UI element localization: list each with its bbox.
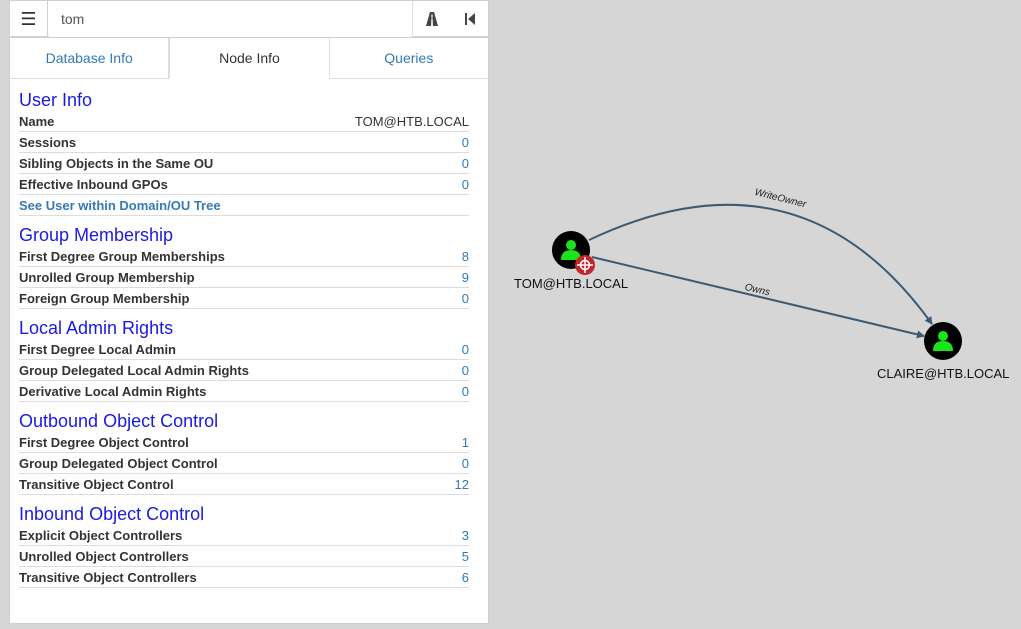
- info-row: Foreign Group Membership 0: [19, 289, 469, 309]
- row-value[interactable]: 6: [462, 570, 469, 585]
- row-value[interactable]: 0: [462, 363, 469, 378]
- section-title: User Info: [19, 90, 93, 110]
- row-label: Transitive Object Controllers: [19, 570, 197, 585]
- row-label: Effective Inbound GPOs: [19, 177, 168, 192]
- section-outbound-control: Outbound Object Control First Degree Obj…: [19, 410, 469, 495]
- row-label: Derivative Local Admin Rights: [19, 384, 207, 399]
- search-bar: ☰: [9, 0, 489, 37]
- row-label: First Degree Object Control: [19, 435, 189, 450]
- row-label: Sibling Objects in the Same OU: [19, 156, 214, 171]
- section-title: Group Membership: [19, 225, 174, 245]
- row-value[interactable]: 9: [462, 270, 469, 285]
- row-label: First Degree Group Memberships: [19, 249, 225, 264]
- menu-icon[interactable]: ☰: [10, 1, 48, 37]
- info-row: Derivative Local Admin Rights 0: [19, 382, 469, 402]
- info-row: Unrolled Group Membership 9: [19, 268, 469, 288]
- row-value[interactable]: 0: [462, 342, 469, 357]
- target-icon: [575, 255, 595, 275]
- info-row: Effective Inbound GPOs 0: [19, 175, 469, 195]
- section-title: Inbound Object Control: [19, 504, 205, 524]
- row-value: TOM@HTB.LOCAL: [354, 114, 469, 129]
- tab-bar: Database Info Node Info Queries: [10, 38, 488, 79]
- node-claire[interactable]: [924, 322, 962, 360]
- row-value[interactable]: 0: [462, 456, 469, 471]
- info-row: Sessions 0: [19, 133, 469, 153]
- info-row: First Degree Local Admin 0: [19, 340, 469, 360]
- info-row: Explicit Object Controllers 3: [19, 526, 469, 546]
- edge-owns[interactable]: [591, 256, 925, 339]
- info-row: Name TOM@HTB.LOCAL: [19, 112, 469, 132]
- info-row: Unrolled Object Controllers 5: [19, 547, 469, 567]
- row-value[interactable]: 0: [462, 291, 469, 306]
- domain-tree-link[interactable]: See User within Domain/OU Tree: [19, 198, 221, 213]
- tab-node-info[interactable]: Node Info: [169, 38, 330, 79]
- pathfinding-icon[interactable]: [413, 1, 451, 37]
- section-group-membership: Group Membership First Degree Group Memb…: [19, 224, 469, 309]
- node-label-claire: CLAIRE@HTB.LOCAL: [877, 366, 1010, 381]
- row-label: First Degree Local Admin: [19, 342, 176, 357]
- info-row: See User within Domain/OU Tree: [19, 196, 469, 216]
- section-title: Outbound Object Control: [19, 411, 219, 431]
- row-value[interactable]: 1: [462, 435, 469, 450]
- section-local-admin: Local Admin Rights First Degree Local Ad…: [19, 317, 469, 402]
- section-user-info: User Info Name TOM@HTB.LOCAL Sessions 0 …: [19, 89, 469, 216]
- row-value[interactable]: 12: [455, 477, 469, 492]
- row-label: Group Delegated Object Control: [19, 456, 218, 471]
- row-value[interactable]: 0: [462, 177, 469, 192]
- row-value[interactable]: 8: [462, 249, 469, 264]
- row-label: Transitive Object Control: [19, 477, 174, 492]
- node-tom[interactable]: [552, 231, 595, 275]
- row-value[interactable]: 0: [462, 135, 469, 150]
- info-row: First Degree Object Control 1: [19, 433, 469, 453]
- row-label: Foreign Group Membership: [19, 291, 190, 306]
- section-inbound-control: Inbound Object Control Explicit Object C…: [19, 503, 469, 588]
- tab-queries[interactable]: Queries: [330, 38, 488, 78]
- row-label: Name: [19, 114, 55, 129]
- row-value[interactable]: 0: [462, 384, 469, 399]
- info-row: Transitive Object Controllers 6: [19, 568, 469, 588]
- row-value[interactable]: 0: [462, 156, 469, 171]
- row-label: Unrolled Object Controllers: [19, 549, 189, 564]
- row-value[interactable]: 3: [462, 528, 469, 543]
- tab-database-info[interactable]: Database Info: [10, 38, 170, 78]
- info-panel: Database Info Node Info Queries User Inf…: [9, 37, 489, 624]
- node-info-content: User Info Name TOM@HTB.LOCAL Sessions 0 …: [10, 79, 488, 588]
- info-row: Group Delegated Object Control 0: [19, 454, 469, 474]
- edge-writeowner[interactable]: [588, 203, 933, 325]
- row-label: Explicit Object Controllers: [19, 528, 183, 543]
- info-row: Group Delegated Local Admin Rights 0: [19, 361, 469, 381]
- node-label-tom: TOM@HTB.LOCAL: [514, 276, 629, 291]
- collapse-icon[interactable]: [451, 1, 489, 37]
- row-label: Unrolled Group Membership: [19, 270, 195, 285]
- info-row: First Degree Group Memberships 8: [19, 247, 469, 267]
- section-title: Local Admin Rights: [19, 318, 174, 338]
- info-row: Sibling Objects in the Same OU 0: [19, 154, 469, 174]
- row-value[interactable]: 5: [462, 549, 469, 564]
- row-label: Sessions: [19, 135, 77, 150]
- row-label: Group Delegated Local Admin Rights: [19, 363, 249, 378]
- search-input[interactable]: [49, 1, 413, 37]
- info-row: Transitive Object Control 12: [19, 475, 469, 495]
